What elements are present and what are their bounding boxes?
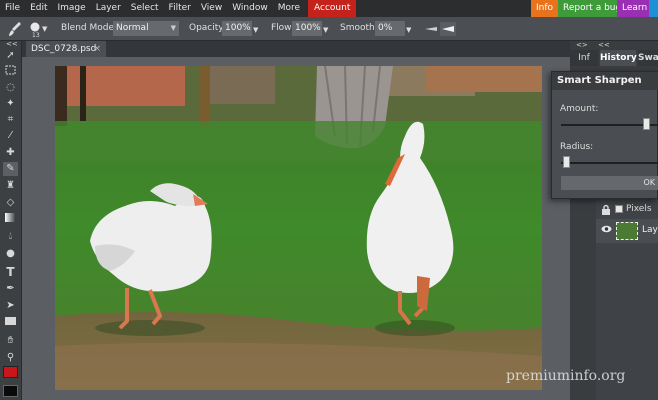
report-bug-button[interactable]: Report a bug (558, 0, 627, 17)
background-color-swatch[interactable] (3, 385, 18, 397)
layer-name: Lay (642, 225, 658, 235)
menu-filter[interactable]: Filter (164, 0, 196, 17)
hand-tool-icon[interactable]: ✋︎ (3, 334, 18, 348)
lock-icon[interactable] (601, 204, 611, 218)
zoom-tool-icon[interactable]: ⚲ (3, 351, 18, 365)
expand-panels-button[interactable]: <> (576, 41, 588, 49)
menu-select[interactable]: Select (126, 0, 164, 17)
dialog-title[interactable]: Smart Sharpen (552, 72, 658, 90)
document-tab[interactable]: DSC_0728.psd × (26, 41, 106, 57)
history-panel-tab[interactable]: History (600, 50, 637, 66)
smooth-input[interactable]: 0% (375, 21, 405, 36)
brush-size-value: 13 (32, 32, 40, 39)
menu-view[interactable]: View (196, 0, 227, 17)
blur-tool-icon[interactable]: 💧︎ (3, 230, 18, 244)
menu-window[interactable]: Window (227, 0, 273, 17)
collapse-toolbar-button[interactable]: << (6, 40, 18, 48)
marquee-tool-icon[interactable] (3, 65, 18, 79)
pixels-label: Pixels (626, 204, 652, 214)
radius-slider-track[interactable] (561, 162, 658, 164)
radius-slider-thumb[interactable] (562, 156, 570, 168)
dodge-tool-icon[interactable]: ● (3, 247, 18, 261)
opacity-input[interactable]: 100% (222, 21, 252, 36)
layer-row[interactable]: Lay (596, 219, 658, 243)
document-photo[interactable] (55, 66, 542, 390)
eyedropper-tool-icon[interactable]: ⁄ (3, 129, 18, 143)
pen-tool-icon[interactable]: ✒ (3, 282, 18, 296)
chevron-down-icon[interactable]: ▼ (253, 26, 258, 34)
smart-sharpen-dialog: Smart Sharpen Amount: Radius: OK (551, 71, 658, 199)
flow-input[interactable]: 100% (292, 21, 322, 36)
menu-file[interactable]: File (0, 0, 25, 17)
smooth-label: Smooth: (340, 23, 378, 33)
twitter-button[interactable] (649, 0, 658, 17)
watermark-text: premiuminfo.org (506, 368, 626, 384)
brush-tip-small-icon[interactable] (424, 25, 438, 36)
close-icon[interactable]: × (93, 41, 101, 57)
path-select-tool-icon[interactable]: ➤ (3, 299, 18, 313)
blend-mode-select[interactable]: Normal ▼ (113, 21, 179, 36)
brush-icon[interactable] (8, 21, 22, 40)
blend-mode-label: Blend Mode: (61, 23, 118, 33)
chevron-down-icon: ▼ (170, 24, 176, 32)
eraser-tool-icon[interactable]: ◇ (3, 196, 18, 210)
options-bar: 13 ▼ Blend Mode: Normal ▼ Opacity: 100% … (0, 17, 658, 41)
collapse-panels-button[interactable]: << (598, 41, 610, 49)
flow-value: 100% (295, 23, 321, 33)
opacity-label: Opacity: (189, 23, 226, 33)
menu-image[interactable]: Image (53, 0, 91, 17)
shape-tool-icon[interactable] (3, 316, 18, 330)
crop-tool-icon[interactable]: ⌗ (3, 113, 18, 127)
radius-label: Radius: (560, 142, 594, 152)
amount-slider-thumb[interactable] (643, 118, 651, 130)
lasso-tool-icon[interactable]: ◌ (3, 81, 18, 95)
menu-more[interactable]: More (273, 0, 305, 17)
move-tool-icon[interactable]: ➚ (3, 49, 18, 63)
magic-wand-tool-icon[interactable]: ✦ (3, 97, 18, 111)
menu-layer[interactable]: Layer (91, 0, 126, 17)
info-button[interactable]: Info (531, 0, 559, 17)
info-panel-tab[interactable]: Inf (570, 50, 598, 66)
brush-tip-large-icon[interactable] (440, 22, 456, 36)
flow-label: Flow: (271, 23, 295, 33)
foreground-color-swatch[interactable] (3, 366, 18, 378)
lock-pixels-checkbox[interactable] (615, 205, 623, 213)
toolbar: << ➚ ◌ ✦ ⌗ ⁄ ✚ ✎ ♜ ◇ 💧︎ ● T ✒ ➤ ✋︎ ⚲ (0, 40, 22, 400)
eye-icon[interactable] (601, 225, 612, 236)
ok-button[interactable]: OK (561, 176, 658, 190)
document-tab-label: DSC_0728.psd (31, 44, 97, 54)
blend-mode-value: Normal (116, 23, 149, 33)
chevron-down-icon[interactable]: ▼ (323, 26, 328, 34)
learn-button[interactable]: Learn (617, 0, 653, 17)
brush-tool-icon[interactable]: ✎ (3, 162, 18, 176)
swatches-panel-tab[interactable]: Swa (638, 50, 658, 66)
opacity-value: 100% (225, 23, 251, 33)
type-tool-icon[interactable]: T (3, 265, 18, 279)
account-button[interactable]: Account (308, 0, 357, 17)
spot-heal-tool-icon[interactable]: ✚ (3, 146, 18, 160)
layer-thumbnail (616, 222, 638, 240)
gradient-tool-icon[interactable] (3, 213, 18, 227)
clone-stamp-tool-icon[interactable]: ♜ (3, 179, 18, 193)
amount-label: Amount: (560, 104, 599, 114)
chevron-down-icon[interactable]: ▼ (406, 26, 411, 34)
chevron-down-icon[interactable]: ▼ (42, 25, 47, 33)
smooth-value: 0% (378, 23, 393, 33)
menu-edit[interactable]: Edit (25, 0, 52, 17)
